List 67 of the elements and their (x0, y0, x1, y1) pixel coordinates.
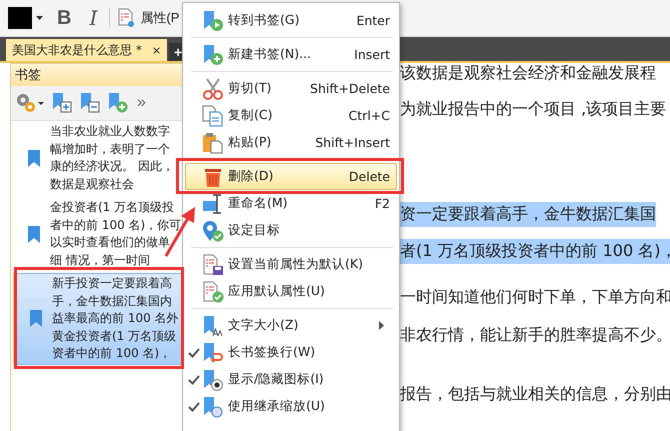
bookmark-text: 幅增加时，表明了一个 (50, 140, 171, 158)
menu-item[interactable]: 转到书签(G) Enter (185, 7, 397, 34)
expand-bookmarks-icon[interactable] (51, 92, 73, 114)
bookmark-text: 康的经济状况。 因此， (50, 158, 174, 175)
document-settings-icon (116, 8, 136, 28)
bookmark-zoom-icon (202, 396, 224, 418)
document-text: 资一定要跟着高手，金牛数据汇集国 (400, 202, 656, 226)
menu-item[interactable]: 粘贴(P) Shift+Insert (185, 129, 397, 156)
menu-item[interactable]: 长书签换行(W) (185, 339, 397, 366)
document-text: 报告，包括与就业相关的信息，分别由 (400, 382, 670, 404)
bookmark-icon (28, 226, 40, 242)
location-pin-icon (202, 220, 224, 242)
add-bookmark-icon (202, 44, 224, 66)
bookmark-text: 以实时查看他们的做单 (50, 234, 171, 251)
document-save-icon (202, 254, 224, 276)
checkmark-icon (188, 402, 200, 412)
bookmark-play-icon (202, 10, 224, 32)
bookmark-font-size-icon (202, 314, 224, 336)
gear-icon[interactable] (15, 92, 45, 114)
menu-item[interactable]: 文字大小(Z) (185, 312, 397, 339)
collapse-bookmarks-icon[interactable] (79, 92, 101, 114)
bookmark-text: 资者中的前 100 名)， (52, 345, 172, 362)
bookmark-wrap-icon (202, 342, 224, 364)
clipboard-icon (202, 132, 224, 154)
bold-button[interactable]: B (51, 6, 78, 30)
panel-title: 书签 (15, 67, 41, 84)
bookmark-text: 者中的前 100 名)，你可 (50, 216, 182, 234)
menu-item[interactable]: 使用继承缩放(U) (185, 393, 397, 420)
bookmark-eye-icon (202, 368, 224, 390)
copy-icon (202, 104, 224, 126)
bookmark-text: 新手投资一定要跟着高 (52, 275, 173, 292)
bookmark-icon (28, 150, 40, 166)
document-text: 者(1 万名顶级投资者中的前 100 名)， (400, 238, 670, 264)
more-tools-button[interactable]: » (135, 94, 148, 112)
menu-item[interactable]: 应用默认属性(U) (185, 278, 397, 305)
scissors-icon (202, 78, 224, 100)
bookmark-text: 益率最高的前 100 名外 (52, 310, 179, 327)
bookmark-item[interactable]: 当非农业就业人数数字 幅增加时，表明了一个 康的经济状况。 因此， 数据是观察社会 (13, 121, 187, 195)
bookmark-icon (30, 310, 42, 328)
submenu-arrow-icon (379, 321, 384, 330)
close-tab-button[interactable]: × (152, 44, 162, 56)
italic-button[interactable]: I (83, 6, 104, 30)
document-check-icon (202, 280, 224, 302)
document-text: 该数据是观察社会经济和金融发展程 (400, 63, 656, 84)
bookmark-text: 当非农业就业人数数字 (50, 123, 171, 140)
menu-item[interactable]: 新建书签(N)... Insert (185, 41, 397, 68)
bookmark-text: 黄金投资者(1 万名顶级 (52, 328, 178, 344)
bookmark-text: 细 情况，第一时间 (50, 252, 151, 268)
document-text: 为就业报告中的一个项目 ,该项目主要 (400, 98, 666, 120)
menu-item[interactable]: 复制(C) Ctrl+C (185, 102, 397, 129)
menu-item[interactable]: 显示/隐藏图标(I) (185, 366, 397, 393)
bookmark-text: 手，金牛数据汇集国内 (52, 292, 173, 310)
document-text: 非农行情，能让新手的胜率提高不少。 (400, 324, 670, 346)
text-cursor-icon (202, 192, 224, 214)
checkmark-icon (188, 348, 200, 358)
bookmark-text: 金投资者(1 万名顶级投 (50, 199, 176, 216)
menu-item[interactable]: 删除(D) Delete (185, 163, 397, 190)
document-tab[interactable]: 美国大非农是什么意思 * × (6, 39, 168, 61)
menu-item[interactable]: 剪切(T) Shift+Delete (185, 75, 397, 102)
menu-item[interactable]: 设置当前属性为默认(K) (185, 251, 397, 278)
bookmark-item[interactable]: 金投资者(1 万名顶级投 者中的前 100 名)，你可 以实时查看他们的做单 细 情况，第一时间 (13, 197, 187, 271)
bookmark-text: 数据是观察社会 (50, 176, 135, 192)
checkmark-icon (188, 374, 200, 384)
color-swatch[interactable] (8, 7, 32, 29)
add-bookmark-icon[interactable] (107, 92, 129, 114)
caret-icon[interactable] (36, 16, 43, 20)
menu-item[interactable]: 设定目标 (185, 217, 397, 244)
